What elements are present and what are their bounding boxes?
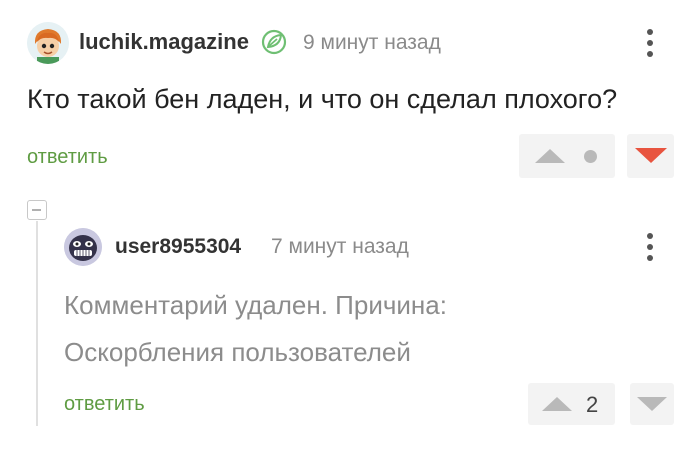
vote-box: [528, 383, 615, 425]
comment-author[interactable]: luchik.magazine: [79, 29, 249, 55]
reply-author[interactable]: user8955304: [115, 235, 241, 259]
dot-icon: [584, 150, 597, 163]
leaf-icon: [260, 28, 288, 56]
triangle-up-icon[interactable]: [542, 397, 572, 411]
reply-button[interactable]: ответить: [64, 393, 145, 416]
triangle-down-icon: [635, 148, 667, 163]
minus-box-icon[interactable]: [27, 200, 47, 220]
downvote-button[interactable]: [627, 134, 674, 178]
reply-time: 7 минут назад: [271, 235, 409, 258]
more-vertical-icon[interactable]: [638, 230, 662, 264]
cartoon-boy-avatar-icon: [27, 22, 69, 64]
deleted-reason-line2: Оскорбления пользователей: [64, 337, 411, 367]
avatar[interactable]: [64, 228, 102, 266]
vote-score: 2: [586, 392, 599, 417]
vote-box: [519, 134, 615, 178]
more-vertical-icon[interactable]: [638, 26, 662, 60]
thread-line[interactable]: [36, 221, 38, 426]
triangle-up-icon[interactable]: [535, 149, 565, 163]
grinning-face-avatar-icon: [64, 228, 102, 266]
comment-text: Кто такой бен ладен, и что он сделал пло…: [27, 84, 618, 114]
comment-time: 9 минут назад: [303, 31, 441, 54]
deleted-comment-notice: Комментарий удален. Причина: Оскорбления…: [64, 282, 584, 376]
downvote-button[interactable]: [630, 383, 674, 425]
triangle-down-icon: [637, 397, 667, 411]
reply-button[interactable]: ответить: [27, 146, 108, 169]
deleted-reason-line1: Комментарий удален. Причина:: [64, 290, 447, 320]
avatar[interactable]: [27, 22, 69, 64]
